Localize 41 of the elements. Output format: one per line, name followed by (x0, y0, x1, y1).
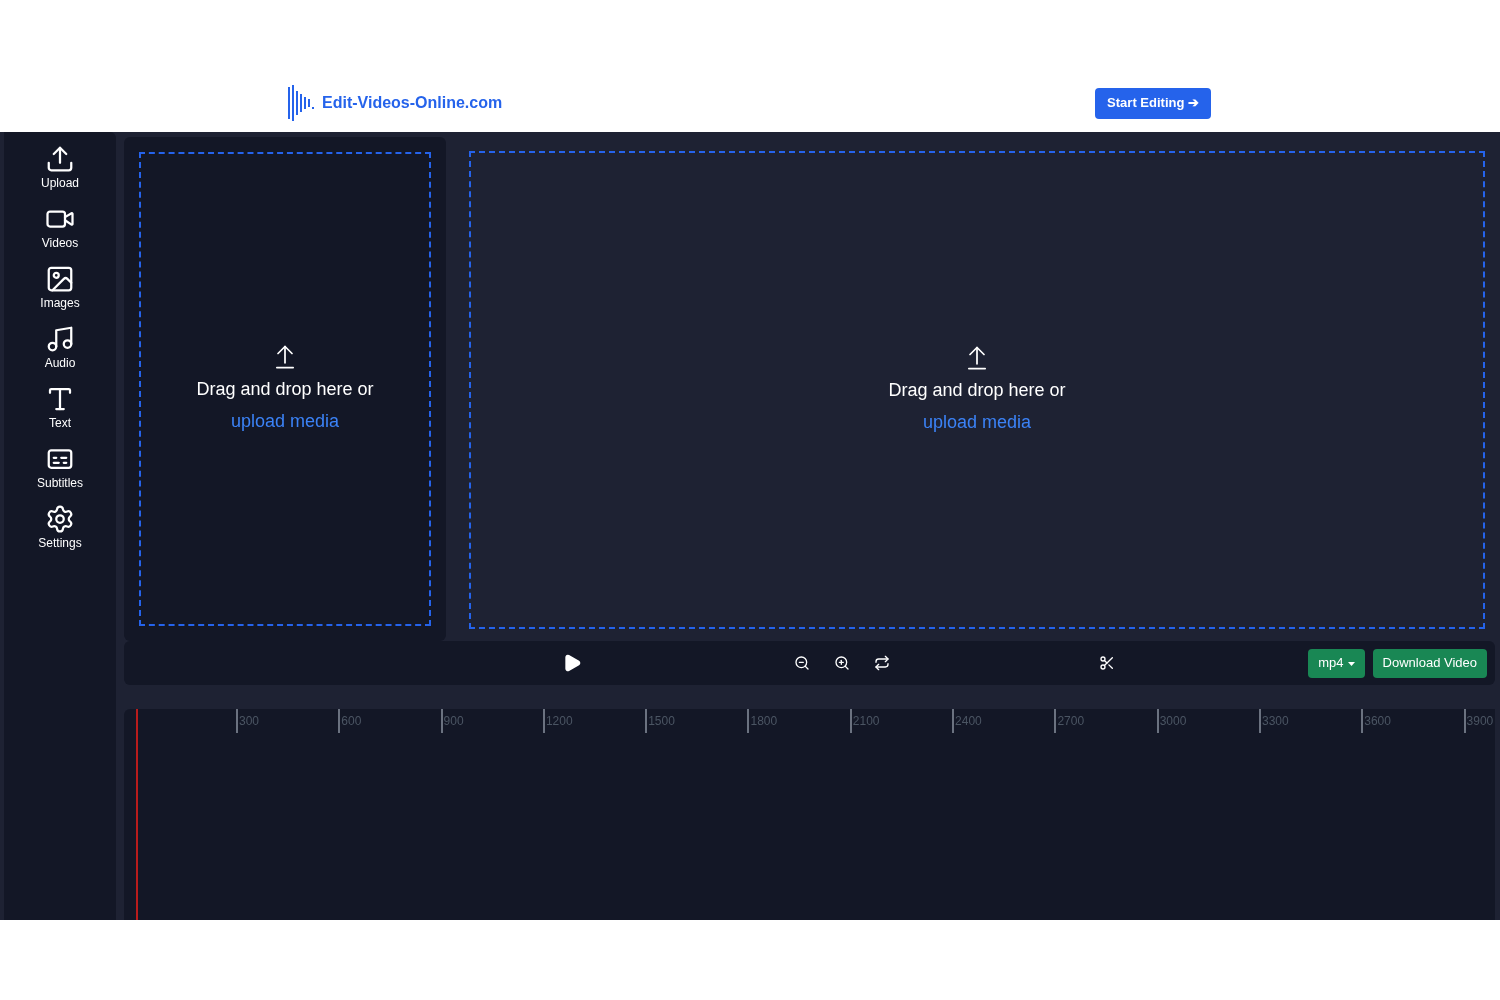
sidebar-item[interactable]: Upload (41, 144, 79, 192)
ruler-tick: 3000 (1156, 709, 1259, 733)
ruler-tick: 1200 (542, 709, 646, 733)
caret-icon (1347, 661, 1355, 666)
ruler-tick: 3300 (1258, 709, 1362, 733)
sidebar-item[interactable]: Text (45, 384, 75, 432)
download-button[interactable]: Download Video (1372, 648, 1487, 678)
logo-icon (288, 85, 314, 121)
sidebar-item[interactable]: Videos (41, 204, 79, 252)
audio-icon (45, 324, 75, 354)
settings-icon (45, 504, 75, 534)
zoom-in-icon[interactable] (834, 655, 850, 671)
repeat-icon[interactable] (874, 655, 890, 671)
ruler-tick: 300 (236, 709, 339, 733)
ruler-tick: 1500 (645, 709, 748, 733)
ruler-tick: 1800 (747, 709, 850, 733)
ruler-tick: 600 (338, 709, 441, 733)
images-icon (45, 264, 75, 294)
ruler-tick: 2400 (952, 709, 1055, 733)
ruler-tick: 2100 (849, 709, 953, 733)
drop-prompt: Drag and drop here or (196, 378, 374, 401)
ruler-tick: 2700 (1054, 709, 1157, 733)
upload-media-link[interactable]: upload media (230, 407, 340, 435)
ruler-tick: 3600 (1361, 709, 1464, 733)
upload-media-link[interactable]: upload media (922, 408, 1032, 436)
scissors-icon[interactable] (1099, 655, 1115, 671)
sidebar-item[interactable]: Images (40, 264, 80, 312)
format-dropdown[interactable]: mp4 (1308, 648, 1365, 678)
start-editing-button[interactable]: Start Editing ➔ (1095, 87, 1211, 119)
drop-zone[interactable]: Drag and drop here or upload media (469, 151, 1485, 629)
logo-text: Edit-Videos-Online.com (322, 93, 503, 113)
upload-icon (45, 144, 75, 174)
sidebar-item[interactable]: Subtitles (37, 444, 83, 492)
sidebar-item[interactable]: Settings (38, 504, 82, 552)
zoom-out-icon[interactable] (794, 655, 810, 671)
ruler-tick: 3900 (1463, 709, 1494, 733)
ruler-tick: 900 (440, 709, 543, 733)
drop-prompt: Drag and drop here or (888, 379, 1066, 402)
sidebar-item[interactable]: Audio (44, 324, 76, 372)
drop-zone[interactable]: Drag and drop here or upload media (139, 152, 431, 626)
play-icon[interactable] (562, 653, 582, 673)
